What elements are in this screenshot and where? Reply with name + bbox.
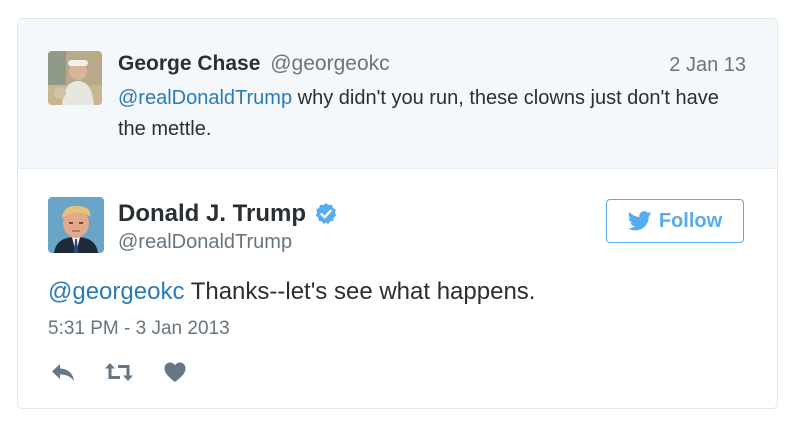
embedded-tweet-card: George Chase @georgeokc 2 Jan 13 @realDo… [17, 18, 778, 409]
tweet-timestamp[interactable]: 5:31 PM - 3 Jan 2013 [48, 318, 230, 340]
reply-icon [52, 364, 74, 381]
retweet-icon [105, 363, 133, 381]
parent-tweet-text: @realDonaldTrump why didn't you run, the… [118, 83, 738, 145]
twitter-bird-icon [627, 211, 652, 231]
reply-button[interactable] [48, 360, 78, 384]
parent-display-name[interactable]: George Chase [118, 52, 260, 75]
parent-author[interactable]: George Chase @georgeokc [118, 52, 390, 76]
verified-badge-icon [314, 202, 338, 226]
main-mention-link[interactable]: @georgeokc [48, 278, 184, 305]
donald-trump-avatar[interactable] [48, 197, 104, 253]
main-handle[interactable]: @realDonaldTrump [118, 231, 292, 254]
parent-handle[interactable]: @georgeokc [270, 52, 389, 75]
parent-tweet[interactable]: George Chase @georgeokc 2 Jan 13 @realDo… [18, 19, 777, 169]
retweet-button[interactable] [104, 360, 134, 384]
main-author-name[interactable]: Donald J. Trump [118, 200, 338, 228]
main-tweet-text: @georgeokc Thanks--let's see what happen… [48, 278, 535, 306]
george-chase-avatar[interactable] [48, 51, 102, 105]
main-text-body: Thanks--let's see what happens. [184, 278, 536, 305]
follow-button[interactable]: Follow [606, 199, 744, 243]
parent-date[interactable]: 2 Jan 13 [669, 54, 746, 77]
tweet-actions [48, 359, 216, 385]
follow-label: Follow [658, 209, 723, 232]
like-icon [164, 362, 186, 382]
parent-mention-link[interactable]: @realDonaldTrump [118, 87, 292, 109]
main-display-name[interactable]: Donald J. Trump [118, 200, 306, 228]
like-button[interactable] [160, 360, 190, 384]
